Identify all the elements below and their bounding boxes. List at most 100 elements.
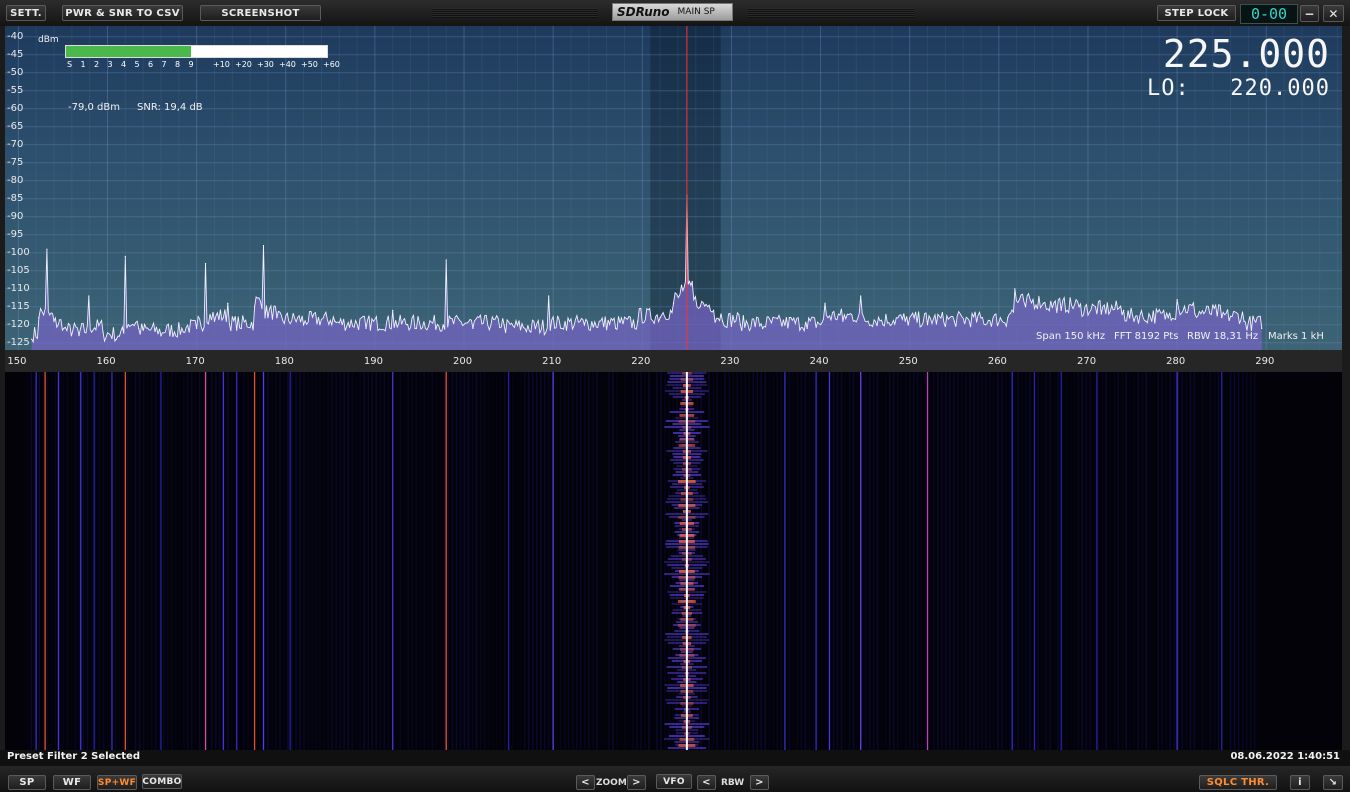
spectrum-point <box>196 327 198 329</box>
s-meter-bar <box>65 45 328 58</box>
spectrum-point <box>253 306 256 308</box>
spectrum-point <box>31 338 33 340</box>
waterfall-display[interactable] <box>5 372 1342 750</box>
spectrum-point <box>680 284 683 286</box>
spectrum-point <box>204 263 207 265</box>
zoom-in-button[interactable]: > <box>627 775 646 790</box>
spectrum-point <box>227 302 229 304</box>
spectrum-point <box>1261 327 1263 329</box>
spectrum-point <box>302 324 305 326</box>
smeter-tick-label: +50 <box>301 60 318 69</box>
freq-tick-label: 170 <box>185 356 205 367</box>
spectrum-point <box>721 320 724 322</box>
smeter-tick-label: +40 <box>279 60 296 69</box>
spectrum-point <box>276 317 278 319</box>
db-tick-label: -80 <box>7 174 24 186</box>
spectrum-point <box>672 302 675 304</box>
db-tick-label: -55 <box>7 84 24 96</box>
sp-wf-mode-button[interactable]: SP+WF <box>97 775 137 790</box>
wf-mode-button[interactable]: WF <box>53 775 91 790</box>
smeter-tick-label: 2 <box>94 60 100 69</box>
spectrum-point <box>882 324 884 326</box>
db-tick-label: -120 <box>7 318 30 330</box>
title-drag-groove-left[interactable] <box>432 8 598 18</box>
freq-tick-label: 230 <box>720 356 740 367</box>
spectrum-plot[interactable] <box>5 26 1342 350</box>
spectrum-point <box>1176 299 1178 301</box>
minimize-icon[interactable]: − <box>1300 5 1319 22</box>
smeter-tick-label: 5 <box>134 60 140 69</box>
frequency-axis[interactable]: 150 160 170 180 190 200 210 220 230 240 250 260 270 2… <box>5 350 1342 372</box>
spectrum-point <box>762 327 764 329</box>
close-icon[interactable]: ✕ <box>1323 5 1344 22</box>
db-tick-label: -60 <box>7 102 24 114</box>
smeter-tick-label: +10 <box>213 60 230 69</box>
spectrum-point <box>614 327 617 329</box>
zoom-label: ZOOM <box>596 778 627 788</box>
spectrum-point <box>1194 313 1196 315</box>
spectrum-point <box>334 320 336 322</box>
db-tick-label: -40 <box>7 30 24 42</box>
rbw-down-button[interactable]: < <box>697 775 716 790</box>
freq-tick-label: 150 <box>7 356 27 367</box>
step-lock-button[interactable]: STEP LOCK <box>1157 5 1236 21</box>
combo-mode-button[interactable]: COMBO <box>142 774 182 789</box>
spectrum-point <box>88 295 90 297</box>
s-meter-fill <box>66 46 192 57</box>
smeter-tick-label: +20 <box>235 60 252 69</box>
info-icon[interactable]: i <box>1290 775 1310 790</box>
freq-tick-label: 280 <box>1166 356 1186 367</box>
vfo-frequency[interactable]: 225.000 <box>1163 32 1330 76</box>
rbw-up-button[interactable]: > <box>750 775 769 790</box>
smeter-tick-label: S <box>67 60 73 69</box>
spectrum-point <box>1024 306 1027 308</box>
rbw-info: RBW 18,31 Hz <box>1187 331 1259 342</box>
spectrum-point <box>414 327 416 329</box>
spectrum-point <box>1078 306 1080 308</box>
screenshot-button[interactable]: SCREENSHOT <box>200 5 321 21</box>
spectrum-point <box>503 324 505 326</box>
db-tick-label: -95 <box>7 228 24 240</box>
waterfall-plot[interactable] <box>5 372 1342 750</box>
spectrum-display[interactable]: -40 -45 -50 -55 -60 -65 -70 -75 -80 -85 -90 -95 -100… <box>5 26 1342 350</box>
pwr-snr-csv-button[interactable]: PWR & SNR TO CSV <box>62 5 183 21</box>
freq-tick-label: 220 <box>631 356 651 367</box>
freq-tick-label: 250 <box>898 356 918 367</box>
spectrum-point <box>1014 288 1016 290</box>
window-name: MAIN SP <box>677 7 715 17</box>
sqlc-threshold-button[interactable]: SQLC THR. <box>1199 775 1277 790</box>
spectrum-point <box>788 317 790 319</box>
lo-frequency[interactable]: 220.000 <box>1230 76 1330 101</box>
smeter-tick-label: 4 <box>121 60 127 69</box>
spectrum-point <box>637 320 639 322</box>
spectrum-point <box>1167 317 1169 319</box>
db-tick-label: -50 <box>7 66 24 78</box>
spectrum-point <box>1007 317 1009 319</box>
spectrum-point <box>842 320 844 322</box>
spectrum-point <box>78 335 80 337</box>
spectrum-point <box>699 306 701 308</box>
freq-tick-label: 240 <box>809 356 829 367</box>
title-drag-groove-right[interactable] <box>748 8 914 18</box>
spectrum-point <box>583 324 585 326</box>
db-tick-label: -105 <box>7 264 30 276</box>
spectrum-fill <box>31 195 1262 350</box>
settings-button[interactable]: SETT. <box>6 5 46 21</box>
spectrum-point <box>713 309 715 311</box>
status-bar: Preset Filter 2 Selected 08.06.2022 1:40… <box>0 750 1350 766</box>
spectrum-point <box>124 255 126 257</box>
spectrum-point <box>530 331 532 333</box>
spectrum-point <box>1042 302 1045 304</box>
freq-tick-label: 260 <box>987 356 1007 367</box>
lo-label: LO: <box>1147 76 1190 101</box>
spectrum-point <box>1221 317 1223 319</box>
resize-icon[interactable]: ↘ <box>1323 775 1343 790</box>
vfo-button[interactable]: VFO <box>656 774 692 789</box>
sp-mode-button[interactable]: SP <box>8 775 46 790</box>
db-tick-label: -45 <box>7 48 24 60</box>
zoom-out-button[interactable]: < <box>576 775 595 790</box>
dbm-unit-label: dBm <box>38 35 59 45</box>
spectrum-point <box>38 317 40 319</box>
status-message: Preset Filter 2 Selected <box>7 751 140 762</box>
freq-tick-label: 160 <box>96 356 116 367</box>
